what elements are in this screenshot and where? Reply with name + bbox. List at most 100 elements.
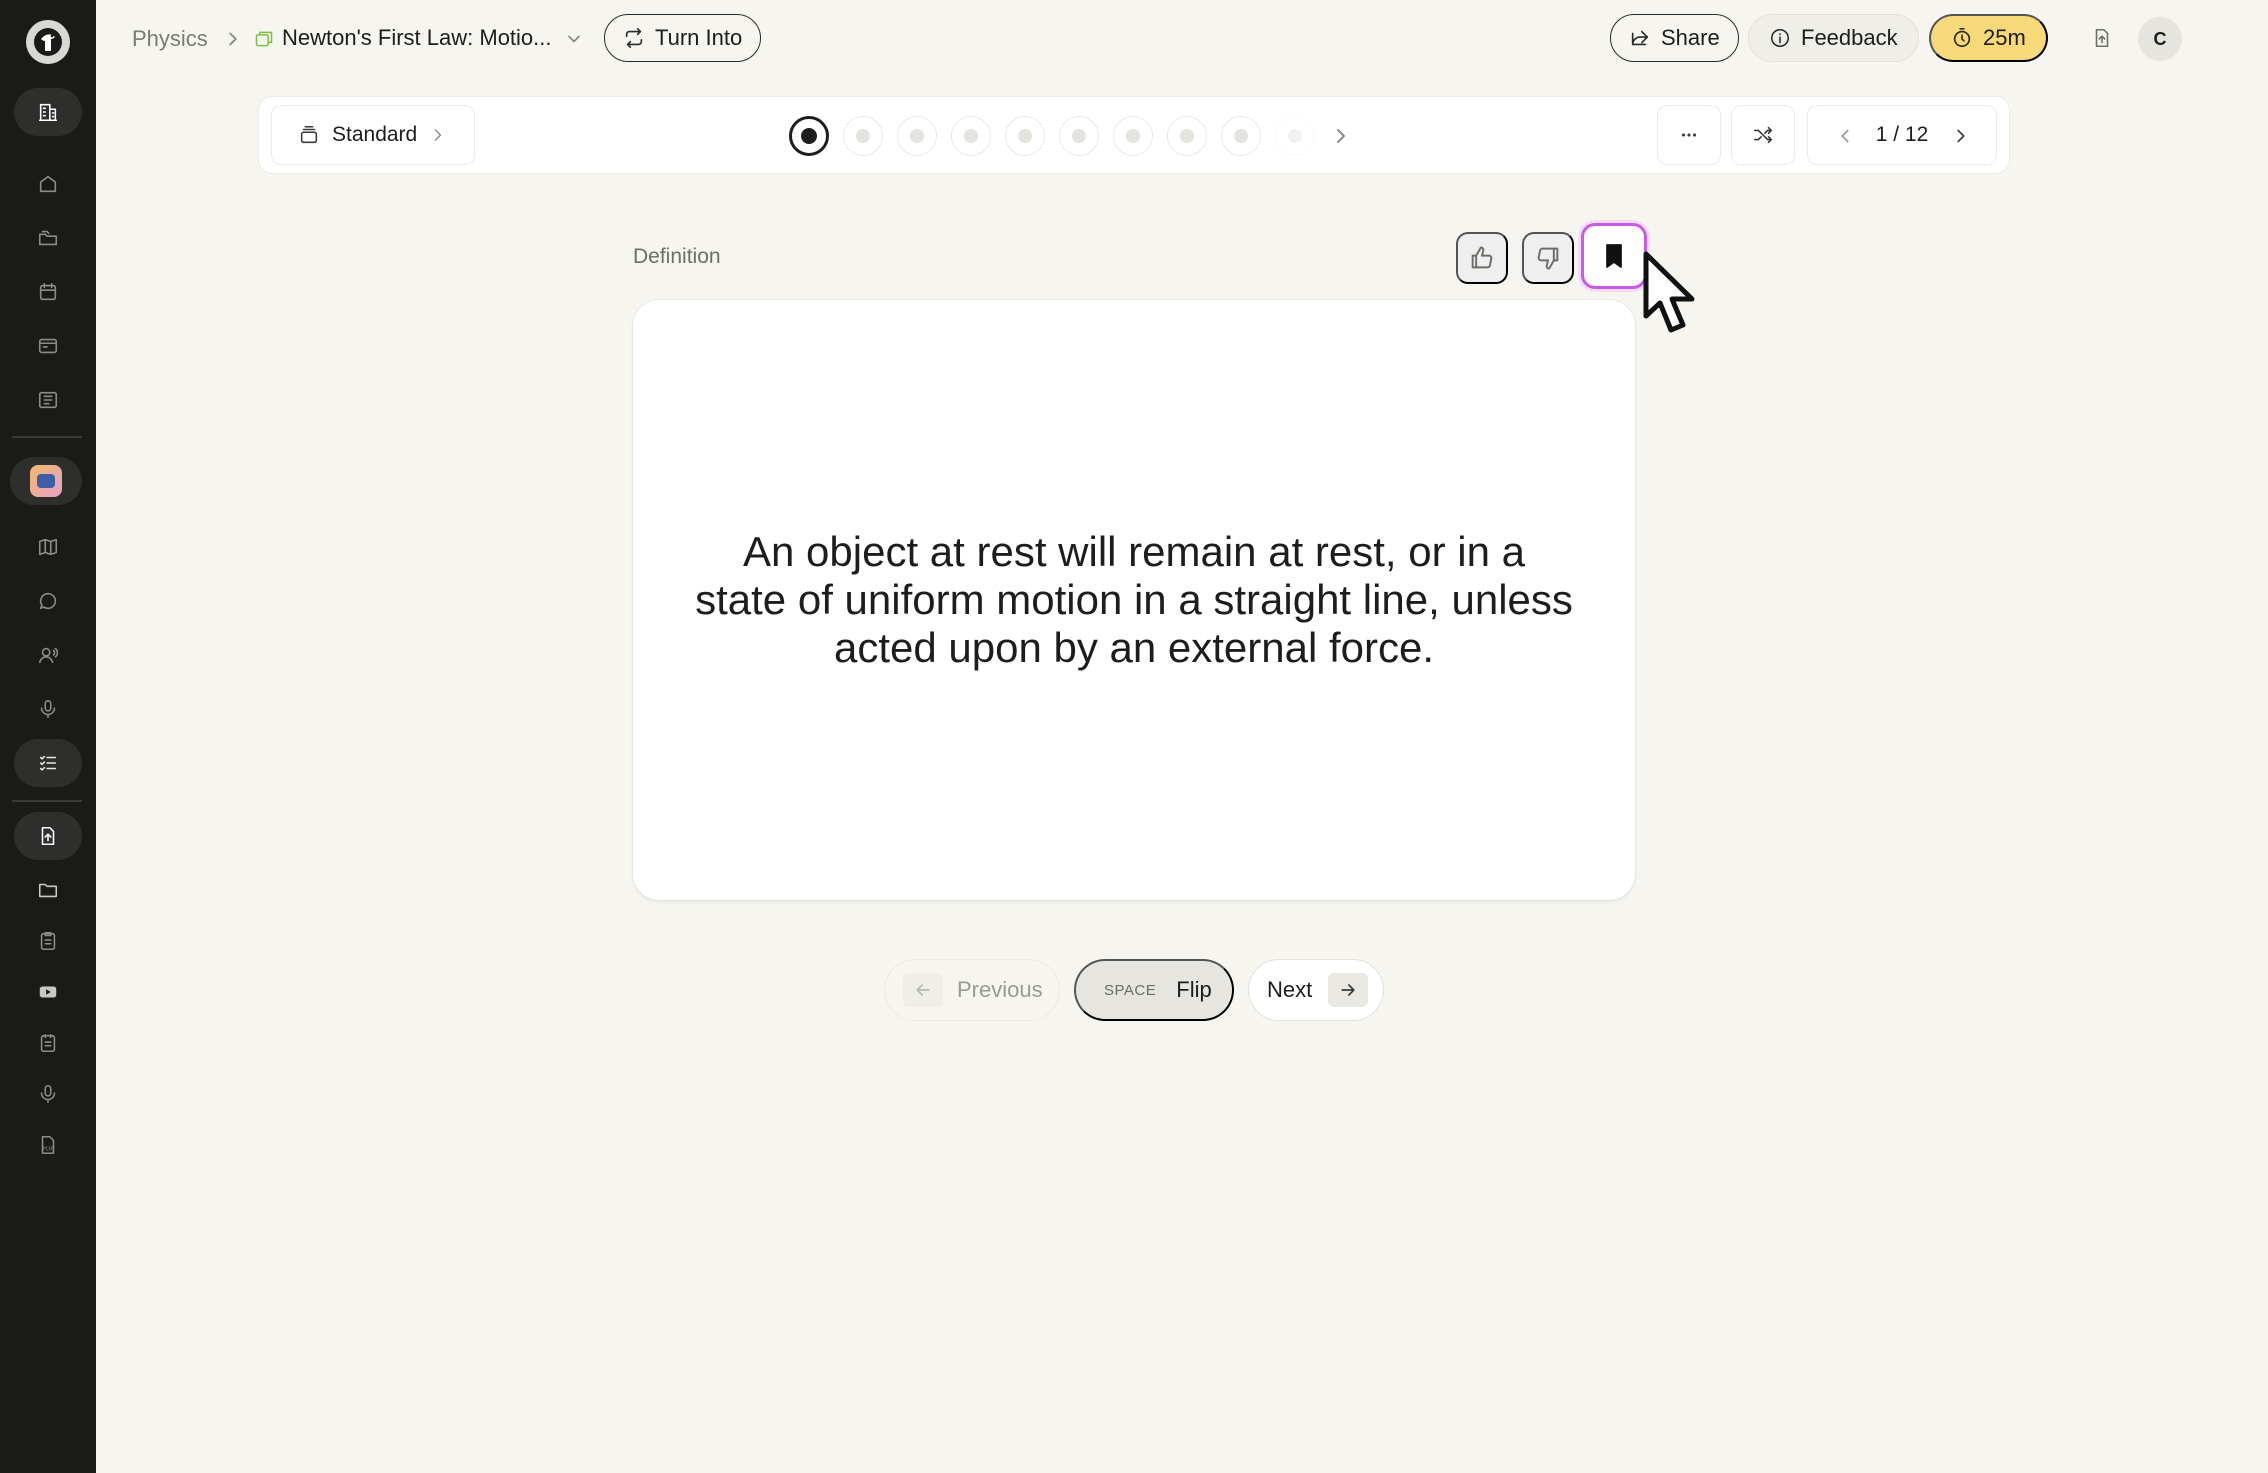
turn-into-button[interactable]: Turn Into [604, 14, 762, 62]
top-bar: Physics Newton's First Law: Motio... Tur… [96, 0, 2268, 78]
file-upload-icon [2095, 28, 2109, 48]
bookmark-button[interactable] [1581, 223, 1647, 289]
calendar-icon [39, 282, 57, 301]
shuffle-button[interactable] [1731, 105, 1795, 165]
flip-button[interactable]: SPACE Flip [1074, 959, 1234, 1021]
avatar[interactable]: C [2138, 17, 2182, 61]
folder-icon [38, 883, 58, 898]
sidebar-item-map[interactable] [14, 523, 82, 571]
chevron-down-icon[interactable] [564, 29, 584, 49]
sidebar-item-chat[interactable] [14, 577, 82, 625]
flashcard-toolbar: Standard 1 / 12 [258, 96, 2010, 174]
shuffle-icon [1753, 126, 1773, 144]
sidebar-item-clipboard[interactable] [14, 917, 82, 965]
feedback-button[interactable]: Feedback [1748, 14, 1919, 62]
stopwatch-icon [1953, 28, 1971, 48]
sidebar-item-upload[interactable] [14, 812, 82, 860]
checklist-icon [39, 755, 57, 771]
pdf-icon: PDF [41, 1135, 55, 1155]
timer-button[interactable]: 25m [1929, 14, 2048, 62]
bookmark-icon [1606, 244, 1622, 268]
card-side-label: Definition [633, 245, 721, 268]
share-icon [1631, 30, 1649, 46]
map-icon [38, 538, 58, 556]
card-dot-2[interactable] [843, 116, 883, 156]
sidebar-divider [12, 436, 82, 438]
sidebar-item-tutor[interactable] [14, 631, 82, 679]
turn-into-label: Turn Into [655, 25, 743, 50]
feedback-label: Feedback [1801, 25, 1898, 50]
sidebar-item-voice[interactable] [14, 685, 82, 733]
folders-icon [38, 230, 58, 246]
card-dot-9[interactable] [1221, 116, 1261, 156]
mouse-cursor-icon [1643, 251, 1695, 333]
notes-icon [40, 1033, 56, 1053]
timer-label: 25m [1983, 25, 2026, 50]
share-button[interactable]: Share [1610, 14, 1739, 62]
prev-card-icon[interactable] [1834, 125, 1856, 147]
sidebar-item-folder[interactable] [14, 866, 82, 914]
breadcrumb-title[interactable]: Newton's First Law: Motio... [282, 25, 552, 51]
card-dot-6[interactable] [1059, 116, 1099, 156]
card-dot-4[interactable] [951, 116, 991, 156]
sidebar-item-spaces[interactable] [14, 214, 82, 262]
mode-label: Standard [332, 123, 418, 146]
next-label: Next [1267, 977, 1313, 1002]
card-dot-3[interactable] [897, 116, 937, 156]
home-icon [39, 175, 57, 193]
card-dot-8[interactable] [1167, 116, 1207, 156]
app-logo[interactable] [26, 20, 70, 64]
sidebar-item-pdf[interactable]: PDF [14, 1121, 82, 1169]
sidebar-item-quiz[interactable] [14, 739, 82, 787]
previous-label: Previous [957, 977, 1043, 1002]
card-stack-icon [300, 125, 318, 144]
sidebar-item-home[interactable] [14, 160, 82, 208]
sidebar-item-notes[interactable] [14, 1019, 82, 1067]
sidebar-item-youtube[interactable] [14, 968, 82, 1016]
space-key-hint: SPACE [1104, 981, 1157, 999]
thumbs-down-icon [1537, 247, 1559, 270]
upload-file-icon [41, 826, 55, 846]
sidebar: PDF [0, 0, 96, 1473]
clipboard-icon [40, 931, 56, 951]
ellipsis-icon [1681, 133, 1697, 137]
flashcard-text: An object at rest will remain at rest, o… [695, 528, 1573, 671]
flashcard[interactable]: An object at rest will remain at rest, o… [633, 300, 1635, 900]
more-options-button[interactable] [1657, 105, 1721, 165]
sidebar-item-recording[interactable] [14, 1070, 82, 1118]
mic-small-icon [40, 1084, 56, 1104]
sidebar-item-browser[interactable] [14, 322, 82, 370]
thumbs-up-button[interactable] [1456, 232, 1508, 284]
breadcrumb-root[interactable]: Physics [132, 26, 208, 52]
thumbs-up-icon [1471, 246, 1493, 269]
card-dot-10[interactable] [1275, 116, 1315, 156]
card-dot-1[interactable] [789, 116, 829, 156]
card-dot-7[interactable] [1113, 116, 1153, 156]
sidebar-item-calendar[interactable] [14, 268, 82, 316]
pager-label: 1 / 12 [1875, 123, 1929, 146]
svg-text:PDF: PDF [43, 1147, 54, 1153]
chat-icon [39, 592, 57, 610]
youtube-icon [39, 986, 57, 998]
library-icon [38, 391, 58, 409]
flip-label: Flip [1176, 977, 1212, 1002]
export-button[interactable] [2082, 18, 2122, 58]
sidebar-divider [12, 800, 82, 802]
sidebar-item-library[interactable] [14, 376, 82, 424]
info-icon [1770, 28, 1790, 48]
building-icon [38, 103, 58, 122]
previous-button[interactable]: Previous [884, 959, 1060, 1021]
browser-icon [38, 338, 58, 354]
mascot-logo-icon [34, 28, 62, 56]
arrow-left-icon [903, 973, 943, 1007]
flashcards-icon [254, 29, 274, 49]
dots-scroll-right-icon[interactable] [1329, 124, 1353, 148]
thumbs-down-button[interactable] [1522, 232, 1574, 284]
arrow-right-icon [1328, 973, 1369, 1007]
mode-selector[interactable]: Standard [271, 105, 475, 165]
card-dot-5[interactable] [1005, 116, 1045, 156]
sidebar-item-current-app[interactable] [10, 457, 82, 505]
next-button[interactable]: Next [1248, 959, 1384, 1021]
next-card-icon[interactable] [1950, 125, 1972, 147]
sidebar-item-workspace[interactable] [14, 88, 82, 136]
